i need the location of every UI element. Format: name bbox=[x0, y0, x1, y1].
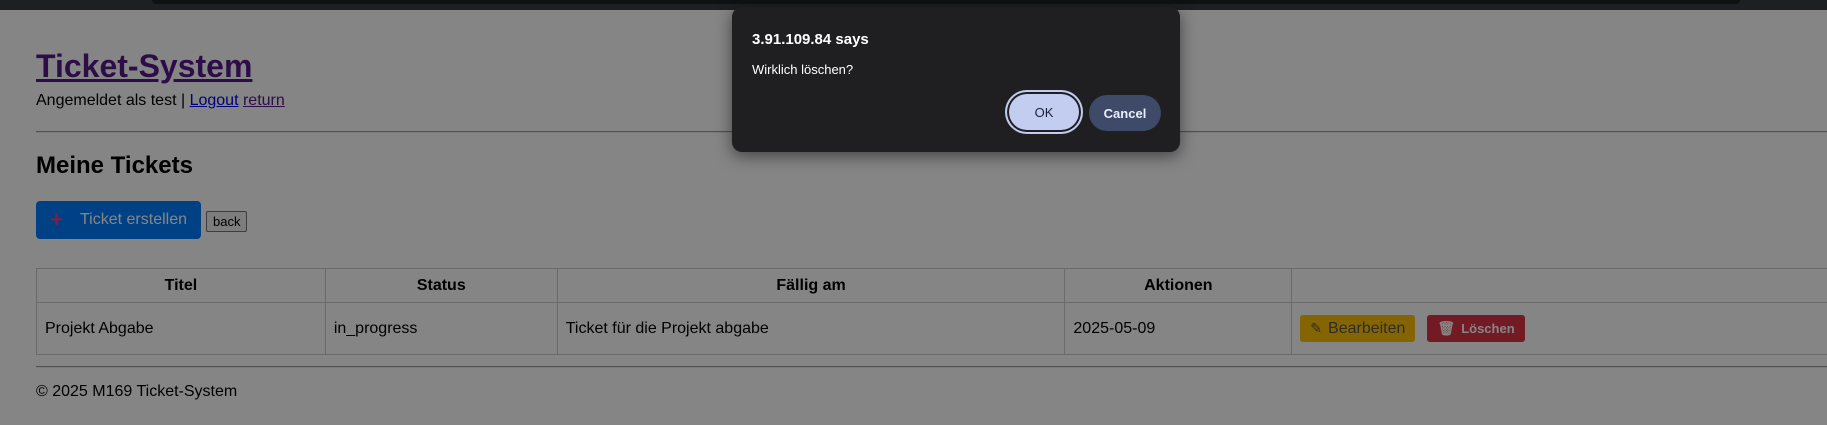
cancel-button[interactable]: Cancel bbox=[1089, 95, 1161, 131]
ok-button[interactable]: OK bbox=[1009, 94, 1079, 130]
dialog-message: Wirklich löschen? bbox=[752, 62, 854, 77]
confirm-dialog: 3.91.109.84 says Wirklich löschen? OK Ca… bbox=[732, 7, 1180, 152]
dialog-origin: 3.91.109.84 says bbox=[752, 31, 869, 48]
